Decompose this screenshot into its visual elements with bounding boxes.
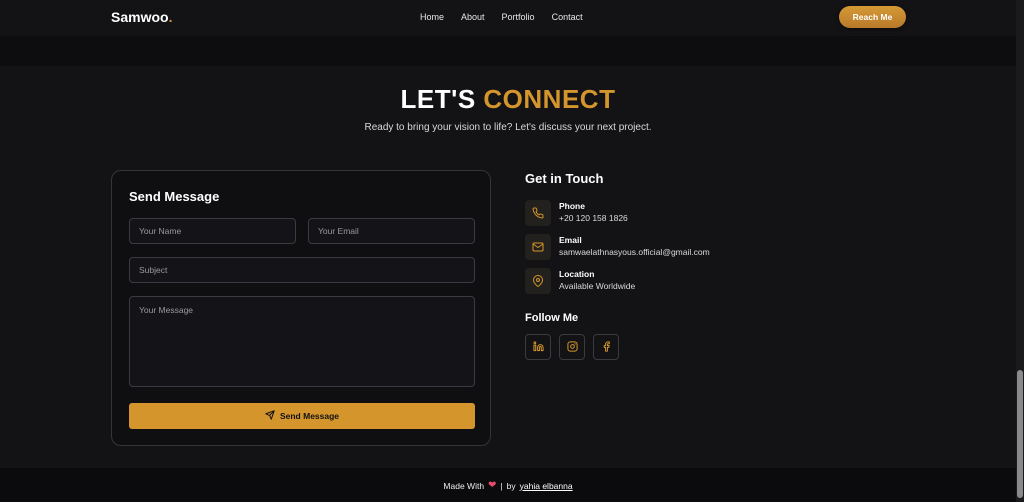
get-in-touch-title: Get in Touch (525, 171, 604, 186)
footer-made-with: Made With (443, 480, 485, 491)
instagram-link[interactable] (559, 334, 585, 360)
section-divider-band (0, 36, 1016, 66)
navbar: Samwoo. Home About Portfolio Contact Rea… (0, 0, 1016, 36)
nav-link-portfolio[interactable]: Portfolio (502, 12, 535, 22)
name-input[interactable] (129, 218, 296, 244)
contact-value[interactable]: samwaelathnasyous.official@gmail.com (559, 247, 710, 257)
message-textarea[interactable] (129, 296, 475, 387)
nav-link-contact[interactable]: Contact (552, 12, 583, 22)
nav-link-about[interactable]: About (461, 12, 485, 22)
scrollbar-thumb[interactable] (1017, 370, 1023, 498)
instagram-icon (566, 340, 578, 354)
linkedin-icon (532, 340, 544, 354)
reach-me-button[interactable]: Reach Me (839, 6, 906, 28)
nav-links: Home About Portfolio Contact (420, 12, 583, 22)
footer: Made With ❤ | by yahia elbanna (0, 468, 1016, 502)
phone-icon (525, 200, 551, 226)
footer-by: by (506, 480, 516, 491)
footer-separator: | (500, 480, 503, 491)
send-icon (265, 410, 275, 422)
email-input[interactable] (308, 218, 475, 244)
footer-credit: Made With ❤ | by yahia elbanna (0, 480, 1016, 491)
heart-icon: ❤ (488, 480, 497, 491)
page-scrollbar[interactable] (1016, 0, 1024, 502)
subject-input[interactable] (129, 257, 475, 283)
follow-me-title: Follow Me (525, 312, 579, 324)
contact-label: Email (559, 235, 582, 245)
contact-value[interactable]: +20 120 158 1826 (559, 213, 628, 223)
contact-label: Location (559, 269, 595, 279)
section-subtitle: Ready to bring your vision to life? Let'… (364, 122, 652, 133)
message-form-card: Send Message Send Message (111, 170, 491, 446)
footer-author-link[interactable]: yahia elbanna (520, 481, 573, 491)
contact-label: Phone (559, 201, 585, 211)
facebook-link[interactable] (593, 334, 619, 360)
nav-link-home[interactable]: Home (420, 12, 444, 22)
map-pin-icon (525, 268, 551, 294)
section-heading: LET'S CONNECT (400, 84, 616, 114)
form-title: Send Message (129, 189, 220, 204)
brand-logo[interactable]: Samwoo. (111, 9, 172, 25)
linkedin-link[interactable] (525, 334, 551, 360)
send-message-label: Send Message (279, 411, 340, 421)
send-message-button[interactable]: Send Message (129, 403, 475, 429)
facebook-icon (601, 340, 612, 354)
mail-icon (525, 234, 551, 260)
contact-value: Available Worldwide (559, 281, 636, 291)
